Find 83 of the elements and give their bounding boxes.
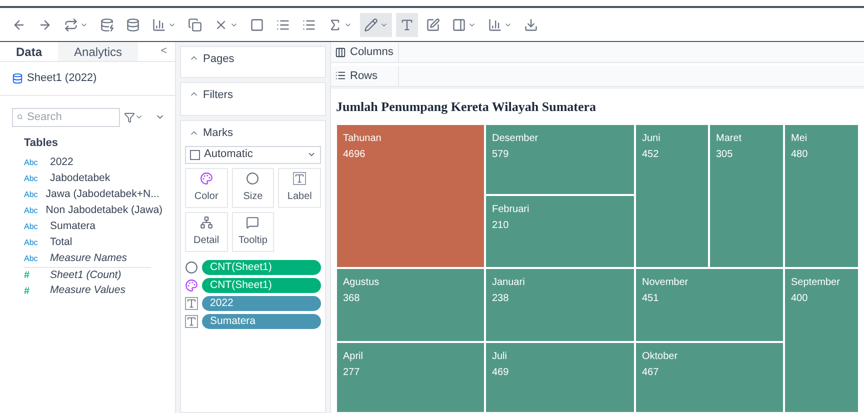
card-title: Marks bbox=[203, 126, 233, 141]
tile-label: Desember bbox=[492, 132, 538, 146]
tile-value: 579 bbox=[492, 148, 509, 162]
tile-label: Februari bbox=[492, 203, 530, 217]
field-type-icon: Abc bbox=[24, 157, 42, 169]
labels-button[interactable] bbox=[396, 12, 418, 36]
tile-value: 452 bbox=[642, 148, 659, 162]
field-type-icon: # bbox=[24, 284, 42, 298]
shelf-label: Columns bbox=[350, 45, 394, 60]
field-item[interactable]: Measure Names bbox=[50, 251, 128, 267]
caret-icon bbox=[135, 113, 143, 121]
tile-value: 305 bbox=[716, 148, 733, 162]
tile-label: April bbox=[343, 350, 364, 364]
tile-label: Oktober bbox=[642, 350, 678, 364]
tile-value: 480 bbox=[791, 148, 808, 162]
field-item[interactable]: Sheet1 (Count) bbox=[50, 268, 122, 284]
field-type-icon: Abc bbox=[24, 173, 42, 185]
search-field[interactable]: Search bbox=[27, 108, 115, 126]
back-icon bbox=[12, 18, 26, 32]
speech-bubble-icon bbox=[246, 216, 260, 228]
field-type-icon: Abc bbox=[24, 189, 38, 201]
tile-label: Januari bbox=[492, 276, 525, 290]
tile-label: Juni bbox=[642, 132, 660, 146]
columns-icon bbox=[335, 47, 346, 58]
datasource-name: Sheet1 (2022) bbox=[27, 71, 97, 86]
text-icon bbox=[293, 172, 306, 184]
field-item[interactable]: Measure Values bbox=[50, 283, 126, 299]
view-title: Jumlah Penumpang Kereta Wilayah Sumatera bbox=[336, 98, 598, 116]
field-type-icon: Abc bbox=[24, 221, 42, 233]
tile-label: September bbox=[791, 276, 840, 290]
search-box[interactable]: Search bbox=[12, 108, 120, 126]
square-icon bbox=[190, 150, 200, 160]
tile-value: 277 bbox=[343, 366, 360, 380]
datasource-icon bbox=[12, 72, 23, 84]
tables-heading: Tables bbox=[23, 136, 60, 150]
download-icon bbox=[524, 18, 538, 32]
circles-icon bbox=[185, 260, 198, 274]
field-type-icon: # bbox=[24, 268, 42, 283]
shelf-label: Rows bbox=[350, 68, 378, 84]
tile-value: 4696 bbox=[343, 148, 366, 162]
filter-icon bbox=[124, 112, 135, 122]
pane-tab[interactable]: Analytics bbox=[58, 42, 138, 61]
caret-icon bbox=[307, 150, 316, 159]
field-item[interactable]: Sumatera bbox=[50, 219, 96, 235]
field-type-icon: Abc bbox=[24, 253, 42, 265]
field-item[interactable]: 2022 bbox=[50, 155, 74, 171]
field-item[interactable]: Total bbox=[50, 235, 72, 251]
text-icon bbox=[185, 296, 198, 310]
tile-label: Juli bbox=[492, 350, 508, 364]
text-icon bbox=[185, 314, 198, 328]
tile-label: Tahunan bbox=[343, 132, 382, 146]
mark-property-button[interactable]: Detail bbox=[185, 212, 228, 252]
card-title: Pages bbox=[203, 52, 234, 67]
tile-value: 368 bbox=[343, 292, 360, 306]
field-item[interactable]: Non Jabodetabek (Jawa) bbox=[46, 203, 163, 219]
tile-label: November bbox=[642, 276, 688, 290]
highlight-button[interactable] bbox=[360, 12, 392, 36]
forward-icon bbox=[38, 18, 52, 32]
filter-button[interactable] bbox=[124, 112, 143, 122]
tile-label: Mei bbox=[791, 132, 808, 146]
tile-label: Agustus bbox=[343, 276, 380, 290]
field-item[interactable]: Jawa (Jabodetabek+N... bbox=[46, 187, 160, 203]
mark-property-button[interactable]: Size bbox=[232, 168, 274, 208]
tile-value: 451 bbox=[642, 292, 659, 306]
mark-property-button[interactable]: Color bbox=[185, 168, 228, 208]
tile-value: 400 bbox=[791, 292, 808, 306]
field-item[interactable]: Jabodetabek bbox=[50, 171, 110, 187]
tile-value: 210 bbox=[492, 219, 509, 233]
collapse-button[interactable]: < bbox=[160, 43, 175, 60]
tile-label: Maret bbox=[716, 132, 742, 146]
hierarchy-icon bbox=[200, 216, 213, 228]
tile-value: 238 bbox=[492, 292, 509, 306]
mark-property-button[interactable]: Tooltip bbox=[232, 212, 274, 252]
search-icon bbox=[17, 112, 23, 122]
tile-value: 467 bbox=[642, 366, 659, 380]
mark-property-button[interactable]: Label bbox=[278, 168, 321, 208]
tile-value: 469 bbox=[492, 366, 509, 380]
mark-type-dropdown[interactable]: Automatic bbox=[185, 146, 321, 164]
circles-icon bbox=[246, 172, 260, 184]
card-title: Filters bbox=[203, 88, 233, 103]
field-type-icon: Abc bbox=[24, 205, 38, 217]
field-type-icon: Abc bbox=[24, 237, 42, 249]
rows-icon bbox=[335, 70, 346, 82]
